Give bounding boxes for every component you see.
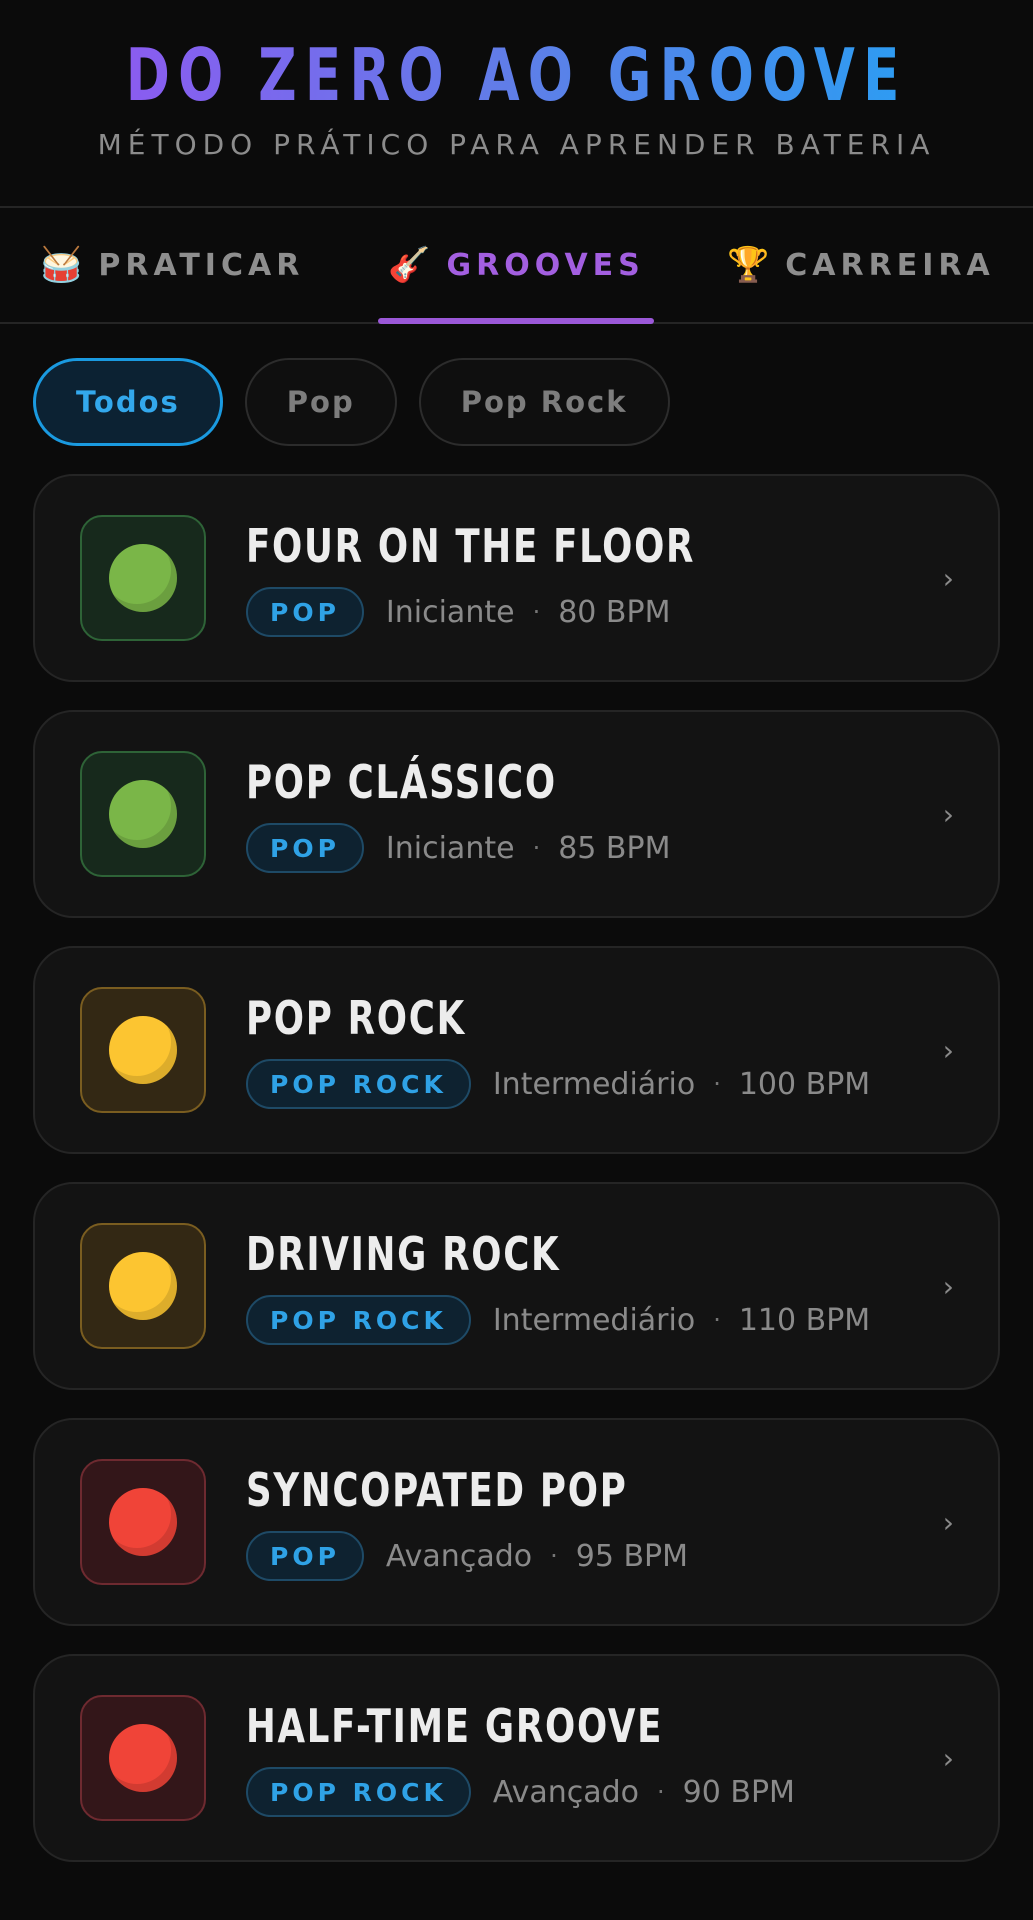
level-indicator — [80, 1459, 206, 1585]
app-subtitle: MÉTODO PRÁTICO PARA APRENDER BATERIA — [97, 128, 936, 161]
main-tabs: 🥁 PRATICAR 🎸 GROOVES 🏆 CARREIRA — [0, 206, 1033, 324]
groove-card[interactable]: POP ROCK POP ROCK Intermediário · 100 BP… — [33, 946, 1000, 1154]
filter-todos[interactable]: Todos — [33, 358, 223, 446]
trophy-icon: 🏆 — [726, 245, 770, 285]
tab-grooves[interactable]: 🎸 GROOVES — [344, 208, 688, 322]
genre-badge: POP ROCK — [246, 1767, 471, 1817]
chevron-right-icon: › — [942, 1505, 954, 1539]
genre-badge: POP ROCK — [246, 1059, 471, 1109]
groove-bpm: 95 BPM — [575, 1538, 689, 1574]
chevron-right-icon: › — [942, 1741, 954, 1775]
groove-title: SYNCOPATED POP — [246, 1463, 628, 1517]
level-indicator — [80, 1695, 206, 1821]
groove-bpm: 100 BPM — [738, 1066, 871, 1102]
filter-pop-rock[interactable]: Pop Rock — [418, 358, 670, 446]
meta-separator: · — [550, 1542, 558, 1570]
groove-bpm: 90 BPM — [682, 1774, 795, 1810]
level-dot-icon — [109, 1488, 177, 1556]
groove-level: Avançado — [492, 1774, 640, 1810]
level-indicator — [80, 987, 206, 1113]
groove-card[interactable]: SYNCOPATED POP POP Avançado · 95 BPM › — [33, 1418, 1000, 1626]
genre-filters: Todos Pop Pop Rock — [0, 324, 1033, 474]
meta-separator: · — [713, 1306, 721, 1334]
filter-pop[interactable]: Pop — [244, 358, 397, 446]
app-header: DO ZERO AO GROOVE MÉTODO PRÁTICO PARA AP… — [0, 0, 1033, 206]
groove-level: Intermediário — [492, 1302, 696, 1338]
groove-list: FOUR ON THE FLOOR POP Iniciante · 80 BPM… — [0, 474, 1033, 1862]
genre-badge: POP — [246, 823, 364, 873]
groove-card[interactable]: DRIVING ROCK POP ROCK Intermediário · 11… — [33, 1182, 1000, 1390]
meta-separator: · — [713, 1070, 721, 1098]
groove-level: Iniciante — [385, 830, 515, 866]
chevron-right-icon: › — [942, 797, 954, 831]
groove-title: POP ROCK — [246, 991, 466, 1045]
meta-separator: · — [532, 598, 541, 626]
level-indicator — [80, 751, 206, 877]
groove-title: HALF-TIME GROOVE — [246, 1699, 664, 1753]
tab-label: GROOVES — [446, 247, 645, 283]
groove-card[interactable]: POP CLÁSSICO POP Iniciante · 85 BPM › — [33, 710, 1000, 918]
level-dot-icon — [109, 780, 177, 848]
chevron-right-icon: › — [942, 1269, 954, 1303]
groove-title: POP CLÁSSICO — [246, 755, 557, 809]
guitar-icon: 🎸 — [388, 245, 431, 285]
app-title: DO ZERO AO GROOVE — [125, 33, 908, 117]
level-indicator — [80, 1223, 206, 1349]
groove-bpm: 80 BPM — [558, 594, 671, 630]
groove-title: DRIVING ROCK — [246, 1227, 561, 1281]
level-indicator — [80, 515, 206, 641]
groove-bpm: 110 BPM — [738, 1302, 871, 1338]
tab-label: CARREIRA — [785, 247, 995, 283]
level-dot-icon — [109, 1252, 177, 1320]
genre-badge: POP ROCK — [246, 1295, 471, 1345]
chevron-right-icon: › — [942, 1033, 954, 1067]
genre-badge: POP — [246, 1531, 364, 1581]
meta-separator: · — [532, 834, 541, 862]
groove-level: Iniciante — [385, 594, 515, 630]
tab-carreira[interactable]: 🏆 CARREIRA — [689, 208, 1033, 322]
genre-badge: POP — [246, 587, 364, 637]
drum-icon: 🥁 — [40, 245, 83, 285]
meta-separator: · — [657, 1778, 665, 1806]
groove-title: FOUR ON THE FLOOR — [246, 519, 696, 573]
tab-praticar[interactable]: 🥁 PRATICAR — [0, 208, 344, 322]
tab-label: PRATICAR — [98, 247, 305, 283]
groove-level: Avançado — [385, 1538, 533, 1574]
level-dot-icon — [109, 1724, 177, 1792]
groove-bpm: 85 BPM — [558, 830, 671, 866]
groove-level: Intermediário — [492, 1066, 696, 1102]
groove-card[interactable]: FOUR ON THE FLOOR POP Iniciante · 80 BPM… — [33, 474, 1000, 682]
level-dot-icon — [109, 1016, 177, 1084]
level-dot-icon — [109, 544, 177, 612]
chevron-right-icon: › — [942, 561, 954, 595]
groove-card[interactable]: HALF-TIME GROOVE POP ROCK Avançado · 90 … — [33, 1654, 1000, 1862]
